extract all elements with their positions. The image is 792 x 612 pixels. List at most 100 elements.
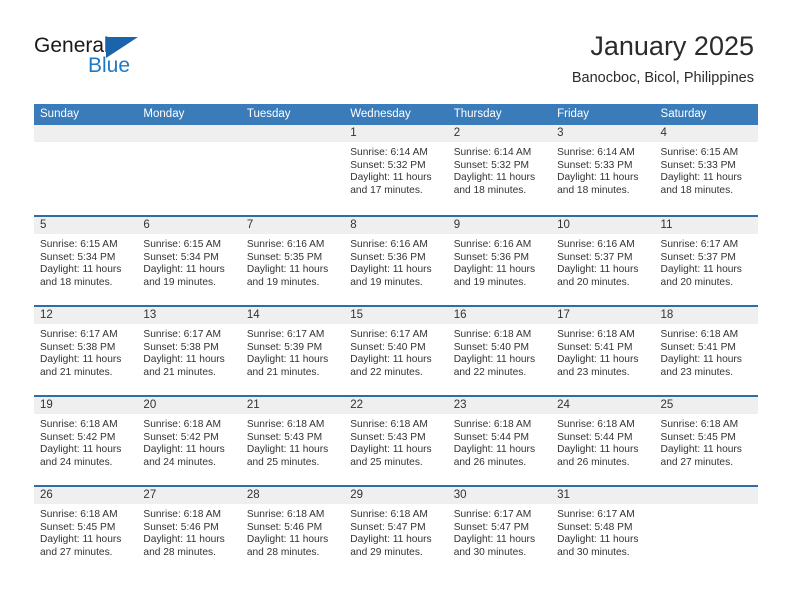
calendar-day-cell[interactable]: 17 Sunrise: 6:18 AM Sunset: 5:41 PM Dayligh… — [551, 307, 655, 395]
day-number: 26 — [34, 487, 138, 504]
calendar-day-cell[interactable]: 6 Sunrise: 6:15 AM Sunset: 5:34 PM Daylight… — [137, 217, 241, 305]
sunrise-time: Sunrise: 6:18 AM — [246, 509, 325, 520]
sunrise-time: Sunrise: 6:16 AM — [557, 239, 635, 250]
calendar-day-cell[interactable]: 22 Sunrise: 6:18 AM Sunset: 5:43 PM Dayligh… — [344, 397, 448, 485]
sunrise-time: Sunrise: 6:17 AM — [660, 239, 739, 250]
calendar-day-cell-empty — [137, 125, 241, 215]
day-number: 5 — [34, 217, 138, 234]
calendar-day-cell[interactable]: 9 Sunrise: 6:16 AM Sunset: 5:36 PM Daylight… — [447, 217, 552, 305]
sunrise-time: Sunrise: 6:16 AM — [350, 239, 428, 250]
sunrise-time: Sunrise: 6:15 AM — [40, 239, 118, 250]
sunset-time: Sunset: 5:43 PM — [350, 431, 426, 443]
calendar-day-cell[interactable]: 23 Sunrise: 6:18 AM Sunset: 5:44 PM Dayligh… — [447, 397, 552, 485]
calendar-day-cell[interactable]: 13 Sunrise: 6:17 AM Sunset: 5:38 PM Dayligh… — [137, 307, 241, 395]
daylight-duration-line1: Daylight: 11 hours — [660, 444, 742, 456]
calendar-day-cell[interactable]: 4 Sunrise: 6:15 AM Sunset: 5:33 PM Daylight… — [654, 125, 758, 215]
daylight-duration-line2: and 20 minutes. — [660, 276, 734, 288]
calendar-day-cell[interactable]: 3 Sunrise: 6:14 AM Sunset: 5:33 PM Daylight… — [551, 125, 655, 215]
calendar-day-cell-empty — [654, 487, 758, 575]
day-details: Sunrise: 6:15 AM Sunset: 5:34 PM Daylight:… — [137, 234, 240, 289]
daylight-duration-line2: and 28 minutes. — [246, 546, 320, 558]
calendar-day-cell[interactable]: 12 Sunrise: 6:17 AM Sunset: 5:38 PM Dayligh… — [34, 307, 138, 395]
day-number — [137, 125, 241, 142]
daylight-duration-line1: Daylight: 11 hours — [40, 264, 122, 276]
page-title: January 2025 — [590, 31, 754, 61]
daylight-duration-line1: Daylight: 11 hours — [557, 172, 639, 184]
day-number: 1 — [344, 125, 448, 142]
calendar-day-cell[interactable]: 19 Sunrise: 6:18 AM Sunset: 5:42 PM Dayligh… — [34, 397, 138, 485]
day-number: 23 — [447, 397, 552, 414]
sunrise-time: Sunrise: 6:18 AM — [143, 419, 222, 430]
daylight-duration-line2: and 28 minutes. — [143, 546, 216, 558]
daylight-duration-line1: Daylight: 11 hours — [557, 354, 639, 366]
calendar-day-cell[interactable]: 5 Sunrise: 6:15 AM Sunset: 5:34 PM Daylight… — [34, 217, 138, 305]
daylight-duration-line1: Daylight: 11 hours — [143, 534, 225, 546]
sunset-time: Sunset: 5:38 PM — [143, 341, 219, 353]
weekday-header-saturday: Saturday — [660, 108, 707, 120]
calendar-page: General Blue January 2025 Banocboc, Bico… — [0, 0, 792, 612]
daylight-duration-line2: and 22 minutes. — [453, 366, 527, 378]
day-details: Sunrise: 6:16 AM Sunset: 5:37 PM Daylight:… — [551, 234, 654, 289]
day-details: Sunrise: 6:16 AM Sunset: 5:35 PM Daylight:… — [241, 234, 344, 289]
daylight-duration-line2: and 19 minutes. — [453, 276, 527, 288]
title-block: January 2025 Banocboc, Bicol, Philippine… — [572, 30, 754, 88]
day-details: Sunrise: 6:18 AM Sunset: 5:43 PM Daylight:… — [344, 414, 447, 469]
calendar-day-cell[interactable]: 20 Sunrise: 6:18 AM Sunset: 5:42 PM Dayligh… — [137, 397, 241, 485]
day-number: 16 — [447, 307, 552, 324]
daylight-duration-line2: and 25 minutes. — [350, 456, 423, 468]
calendar-day-cell[interactable]: 29 Sunrise: 6:18 AM Sunset: 5:47 PM Dayligh… — [344, 487, 448, 575]
logo-text-blue: Blue — [88, 54, 131, 77]
calendar-day-cell[interactable]: 24 Sunrise: 6:18 AM Sunset: 5:44 PM Dayligh… — [551, 397, 655, 485]
calendar-day-cell[interactable]: 21 Sunrise: 6:18 AM Sunset: 5:43 PM Dayligh… — [240, 397, 345, 485]
day-details: Sunrise: 6:18 AM Sunset: 5:41 PM Daylight:… — [551, 324, 654, 379]
calendar-week-row: 26 Sunrise: 6:18 AM Sunset: 5:45 PM Dayligh… — [34, 485, 758, 575]
daylight-duration-line1: Daylight: 11 hours — [40, 354, 122, 366]
day-number: 21 — [240, 397, 345, 414]
calendar-day-cell[interactable]: 16 Sunrise: 6:18 AM Sunset: 5:40 PM Dayligh… — [447, 307, 552, 395]
day-number: 12 — [34, 307, 138, 324]
calendar-day-cell[interactable]: 26 Sunrise: 6:18 AM Sunset: 5:45 PM Dayligh… — [34, 487, 138, 575]
day-number — [654, 487, 758, 504]
day-details: Sunrise: 6:17 AM Sunset: 5:38 PM Daylight:… — [34, 324, 137, 379]
sunrise-time: Sunrise: 6:18 AM — [557, 329, 635, 340]
calendar-day-cell[interactable]: 14 Sunrise: 6:17 AM Sunset: 5:39 PM Dayligh… — [240, 307, 345, 395]
daylight-duration-line2: and 25 minutes. — [246, 456, 320, 468]
calendar-day-cell[interactable]: 30 Sunrise: 6:17 AM Sunset: 5:47 PM Dayligh… — [447, 487, 552, 575]
sunrise-time: Sunrise: 6:17 AM — [246, 329, 325, 340]
day-number: 14 — [240, 307, 345, 324]
sunrise-time: Sunrise: 6:15 AM — [143, 239, 222, 250]
calendar-day-cell[interactable]: 15 Sunrise: 6:17 AM Sunset: 5:40 PM Dayligh… — [344, 307, 448, 395]
day-details: Sunrise: 6:18 AM Sunset: 5:46 PM Daylight:… — [137, 504, 240, 559]
calendar-day-cell[interactable]: 11 Sunrise: 6:17 AM Sunset: 5:37 PM Dayligh… — [654, 217, 758, 305]
calendar-day-cell[interactable]: 25 Sunrise: 6:18 AM Sunset: 5:45 PM Dayligh… — [654, 397, 758, 485]
sunset-time: Sunset: 5:33 PM — [557, 159, 633, 171]
daylight-duration-line1: Daylight: 11 hours — [40, 534, 122, 546]
sunrise-time: Sunrise: 6:14 AM — [453, 147, 532, 158]
calendar-day-cell[interactable]: 10 Sunrise: 6:16 AM Sunset: 5:37 PM Dayligh… — [551, 217, 655, 305]
daylight-duration-line2: and 21 minutes. — [143, 366, 216, 378]
calendar-day-cell[interactable]: 1 Sunrise: 6:14 AM Sunset: 5:32 PM Daylight… — [344, 125, 448, 215]
calendar-day-cell[interactable]: 27 Sunrise: 6:18 AM Sunset: 5:46 PM Dayligh… — [137, 487, 241, 575]
calendar-day-cell[interactable]: 31 Sunrise: 6:17 AM Sunset: 5:48 PM Dayligh… — [551, 487, 655, 575]
calendar-day-cell[interactable]: 2 Sunrise: 6:14 AM Sunset: 5:32 PM Daylight… — [447, 125, 552, 215]
sunrise-time: Sunrise: 6:18 AM — [350, 419, 428, 430]
sunrise-time: Sunrise: 6:14 AM — [557, 147, 635, 158]
day-details: Sunrise: 6:18 AM Sunset: 5:42 PM Daylight:… — [34, 414, 137, 469]
calendar-week-row: 12 Sunrise: 6:17 AM Sunset: 5:38 PM Dayligh… — [34, 305, 758, 395]
day-details: Sunrise: 6:14 AM Sunset: 5:32 PM Daylight:… — [448, 142, 551, 197]
sunrise-time: Sunrise: 6:17 AM — [40, 329, 118, 340]
calendar-day-cell-empty — [240, 125, 345, 215]
calendar-day-cell[interactable]: 28 Sunrise: 6:18 AM Sunset: 5:46 PM Dayligh… — [240, 487, 345, 575]
calendar-day-cell[interactable]: 18 Sunrise: 6:18 AM Sunset: 5:41 PM Dayligh… — [654, 307, 758, 395]
day-details: Sunrise: 6:14 AM Sunset: 5:33 PM Daylight:… — [551, 142, 654, 197]
sunset-time: Sunset: 5:42 PM — [143, 431, 219, 443]
sunset-time: Sunset: 5:32 PM — [350, 159, 426, 171]
day-number: 25 — [654, 397, 758, 414]
sunset-time: Sunset: 5:44 PM — [453, 431, 530, 443]
calendar-day-cell[interactable]: 8 Sunrise: 6:16 AM Sunset: 5:36 PM Daylight… — [344, 217, 448, 305]
general-blue-logo[interactable]: General Blue — [34, 34, 154, 82]
weekday-header-row: Sunday Monday Tuesday Wednesday Thursday… — [34, 104, 758, 125]
calendar-day-cell[interactable]: 7 Sunrise: 6:16 AM Sunset: 5:35 PM Daylight… — [240, 217, 345, 305]
sunset-time: Sunset: 5:37 PM — [557, 251, 633, 263]
sunrise-time: Sunrise: 6:15 AM — [660, 147, 739, 158]
